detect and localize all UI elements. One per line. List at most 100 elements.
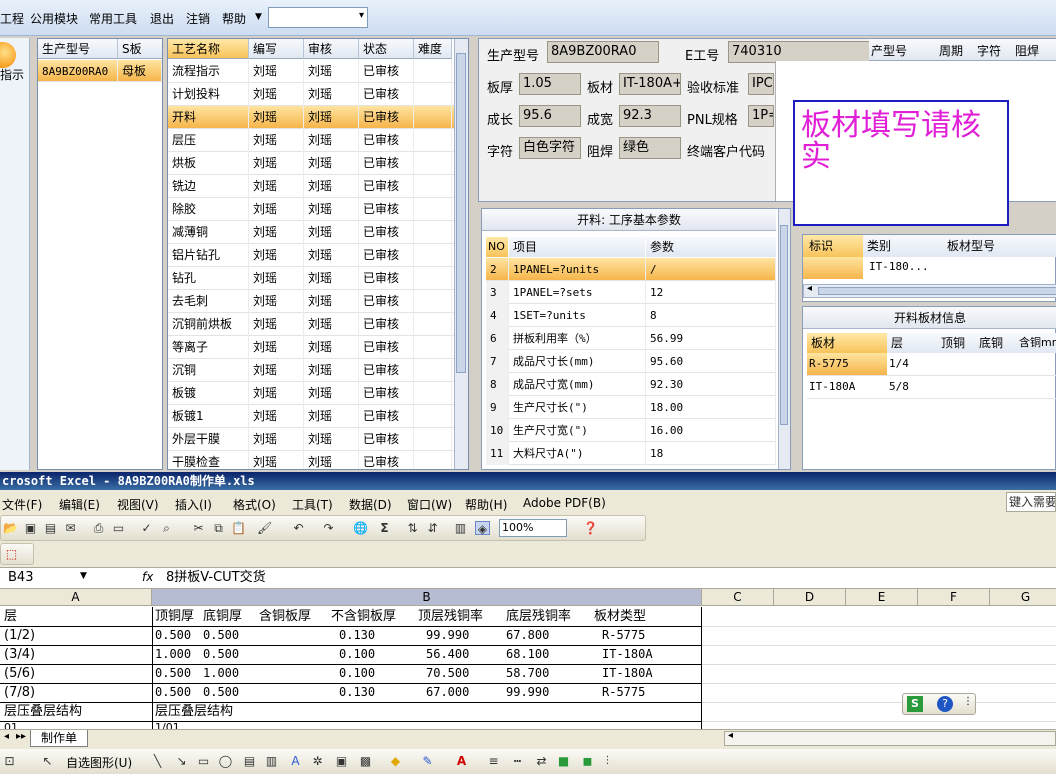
col-header-a[interactable]: A [0, 589, 152, 606]
model-grid-header-s[interactable]: S板 [118, 39, 162, 59]
xl-menu-view[interactable]: 视图(V) [117, 496, 159, 513]
autoshapes-menu[interactable]: 自选图形(U) [66, 754, 132, 771]
process-row[interactable]: 层压 刘瑶 刘瑶 已审核 [168, 129, 454, 152]
param-row[interactable]: 8 成品尺寸宽(mm) 92.30 [486, 373, 776, 396]
tab-nav-next-icon[interactable]: ▸▸ [16, 731, 26, 742]
process-header-difficulty[interactable]: 难度 [414, 39, 452, 59]
cell-nocu-board-header[interactable]: 不含铜板厚 [331, 607, 396, 626]
dash-style-icon[interactable]: ┅ [510, 754, 525, 768]
cell-partial-b[interactable]: 1/01 [155, 721, 180, 729]
process-row[interactable]: 开料 刘瑶 刘瑶 已审核 [168, 106, 454, 129]
cell-bottom-residual[interactable]: 99.990 [506, 683, 549, 702]
cell-partial-a[interactable]: 01 [4, 721, 18, 729]
xl-menu-insert[interactable]: 插入(I) [175, 496, 212, 513]
oval-icon[interactable]: ◯ [218, 754, 233, 768]
cell-top-cu-header[interactable]: 顶铜厚 [155, 607, 194, 626]
process-header-status[interactable]: 状态 [359, 39, 414, 59]
arrow-style-icon[interactable]: ⇄ [534, 754, 549, 768]
thickness-field[interactable]: 1.05 [519, 73, 581, 95]
cell-bottom-residual[interactable]: 58.700 [506, 664, 549, 683]
process-row[interactable]: 去毛刺 刘瑶 刘瑶 已审核 [168, 290, 454, 313]
scroll-left-icon[interactable]: ◂ [807, 283, 812, 294]
xl-menu-tools[interactable]: 工具(T) [292, 496, 333, 513]
textbox-icon[interactable]: ▤ [242, 754, 257, 768]
xl-sheet[interactable]: A B C D E F G 层 顶铜厚 底铜厚 含铜板厚 不含铜板厚 顶层残铜率… [0, 589, 1056, 729]
right-header-model[interactable]: 产型号 [871, 42, 907, 59]
model-grid-row[interactable]: 8A9BZ00RA0 母板 [38, 60, 162, 83]
cell-material-type[interactable]: IT-180A [602, 664, 653, 683]
process-row[interactable]: 干膜检查 刘瑶 刘瑶 已审核 [168, 451, 454, 469]
process-header-reviewer[interactable]: 审核 [304, 39, 359, 59]
mark-cell-category[interactable]: IT-180... [869, 260, 929, 273]
param-row[interactable]: 6 拼板利用率（%） 56.99 [486, 327, 776, 350]
paste-icon[interactable]: 📋 [231, 521, 246, 535]
params-scrollbar[interactable] [778, 209, 790, 469]
cell-nocu-board[interactable]: 0.130 [339, 626, 375, 645]
mat-header-top-cu[interactable]: 顶铜 [937, 333, 975, 353]
mat-header-bottom-cu[interactable]: 底铜 [975, 333, 1015, 353]
copy-icon[interactable]: ⧉ [211, 521, 226, 535]
cell-bottom-cu[interactable]: 0.500 [203, 645, 239, 664]
xl-menu-help[interactable]: 帮助(H) [465, 496, 507, 513]
hscroll-left-icon[interactable]: ◂ [728, 730, 733, 741]
mark-cell-id[interactable] [803, 257, 863, 279]
eno-field[interactable]: 740310 [728, 41, 872, 63]
params-scroll-thumb[interactable] [780, 225, 788, 425]
pnl-field[interactable]: 1P= [748, 105, 774, 127]
print-icon[interactable]: ⎙ [91, 521, 106, 535]
tab-nav-prev-icon[interactable]: ◂ [4, 731, 9, 742]
formula-input[interactable]: 8拼板V-CUT交货 [166, 569, 1046, 587]
open-icon[interactable]: 📂 [3, 521, 18, 535]
xl-menu-window[interactable]: 窗口(W) [407, 496, 452, 513]
cut-icon[interactable]: ✂ [191, 521, 206, 535]
process-header-name[interactable]: 工艺名称 [168, 39, 249, 59]
cell-layer[interactable]: (5/6) [4, 664, 35, 683]
cell-layer[interactable]: (1/2) [4, 626, 35, 645]
zoom-combo[interactable]: 100% [499, 519, 567, 537]
picture-icon[interactable]: ▩ [358, 754, 373, 768]
floating-help-icon[interactable]: ? [937, 696, 953, 712]
xl-menu-data[interactable]: 数据(D) [349, 496, 392, 513]
cell-material-type[interactable]: R-5775 [602, 626, 645, 645]
mask-field[interactable]: 绿色 [619, 137, 681, 159]
cell-top-residual[interactable]: 70.500 [426, 664, 469, 683]
col-header-g[interactable]: G [990, 589, 1056, 606]
cell-top-residual[interactable]: 56.400 [426, 645, 469, 664]
fx-icon[interactable]: fx [142, 570, 153, 584]
process-row[interactable]: 烘板 刘瑶 刘瑶 已审核 [168, 152, 454, 175]
mat-header-cu-thickness[interactable]: 含铜mm [1015, 333, 1056, 353]
sort-asc-icon[interactable]: ⇅ [405, 521, 420, 535]
cell-nocu-board[interactable]: 0.100 [339, 664, 375, 683]
mat-header-board[interactable]: 板材 [807, 333, 887, 353]
xl-menu-edit[interactable]: 编辑(E) [59, 496, 100, 513]
mark-header-category[interactable]: 类别 [863, 235, 943, 257]
process-row[interactable]: 计划投料 刘瑶 刘瑶 已审核 [168, 83, 454, 106]
cell-top-cu[interactable]: 0.500 [155, 664, 191, 683]
xl-menu-pdf[interactable]: Adobe PDF(B) [523, 496, 606, 510]
process-row[interactable]: 除胶 刘瑶 刘瑶 已审核 [168, 198, 454, 221]
help-icon[interactable]: ❓ [583, 521, 598, 535]
process-row[interactable]: 减薄铜 刘瑶 刘瑶 已审核 [168, 221, 454, 244]
fill-color-icon[interactable]: ◆ [388, 754, 403, 768]
mat-header-layer[interactable]: 层 [887, 333, 937, 353]
name-box[interactable]: B43 [4, 569, 90, 587]
menu-item-tools[interactable]: 常用工具 [89, 10, 137, 27]
diagram-icon[interactable]: ✲ [310, 754, 325, 768]
menu-item-logout[interactable]: 注销 [186, 10, 210, 27]
process-row[interactable]: 等离子 刘瑶 刘瑶 已审核 [168, 336, 454, 359]
chart-wizard-icon[interactable]: ▥ [453, 521, 468, 535]
cell-bottom-cu[interactable]: 0.500 [203, 626, 239, 645]
save-icon[interactable]: ▣ [23, 521, 38, 535]
autosum-icon[interactable]: Σ [377, 521, 392, 535]
model-grid-header-model[interactable]: 生产型号 [38, 39, 118, 59]
spelling-icon[interactable]: ✓ [139, 521, 154, 535]
process-row[interactable]: 流程指示 刘瑶 刘瑶 已审核 [168, 60, 454, 83]
mark-hscrollbar[interactable]: ◂ [803, 283, 1056, 298]
col-header-b[interactable]: B [152, 589, 702, 606]
cell-cu-board-header[interactable]: 含铜板厚 [259, 607, 311, 626]
length-field[interactable]: 95.6 [519, 105, 581, 127]
sheet-tab-active[interactable]: 制作单 [30, 730, 88, 747]
std-field[interactable]: IPC [748, 73, 774, 95]
line-style-icon[interactable]: ≡ [486, 754, 501, 768]
s-app-icon[interactable]: S [907, 696, 923, 712]
